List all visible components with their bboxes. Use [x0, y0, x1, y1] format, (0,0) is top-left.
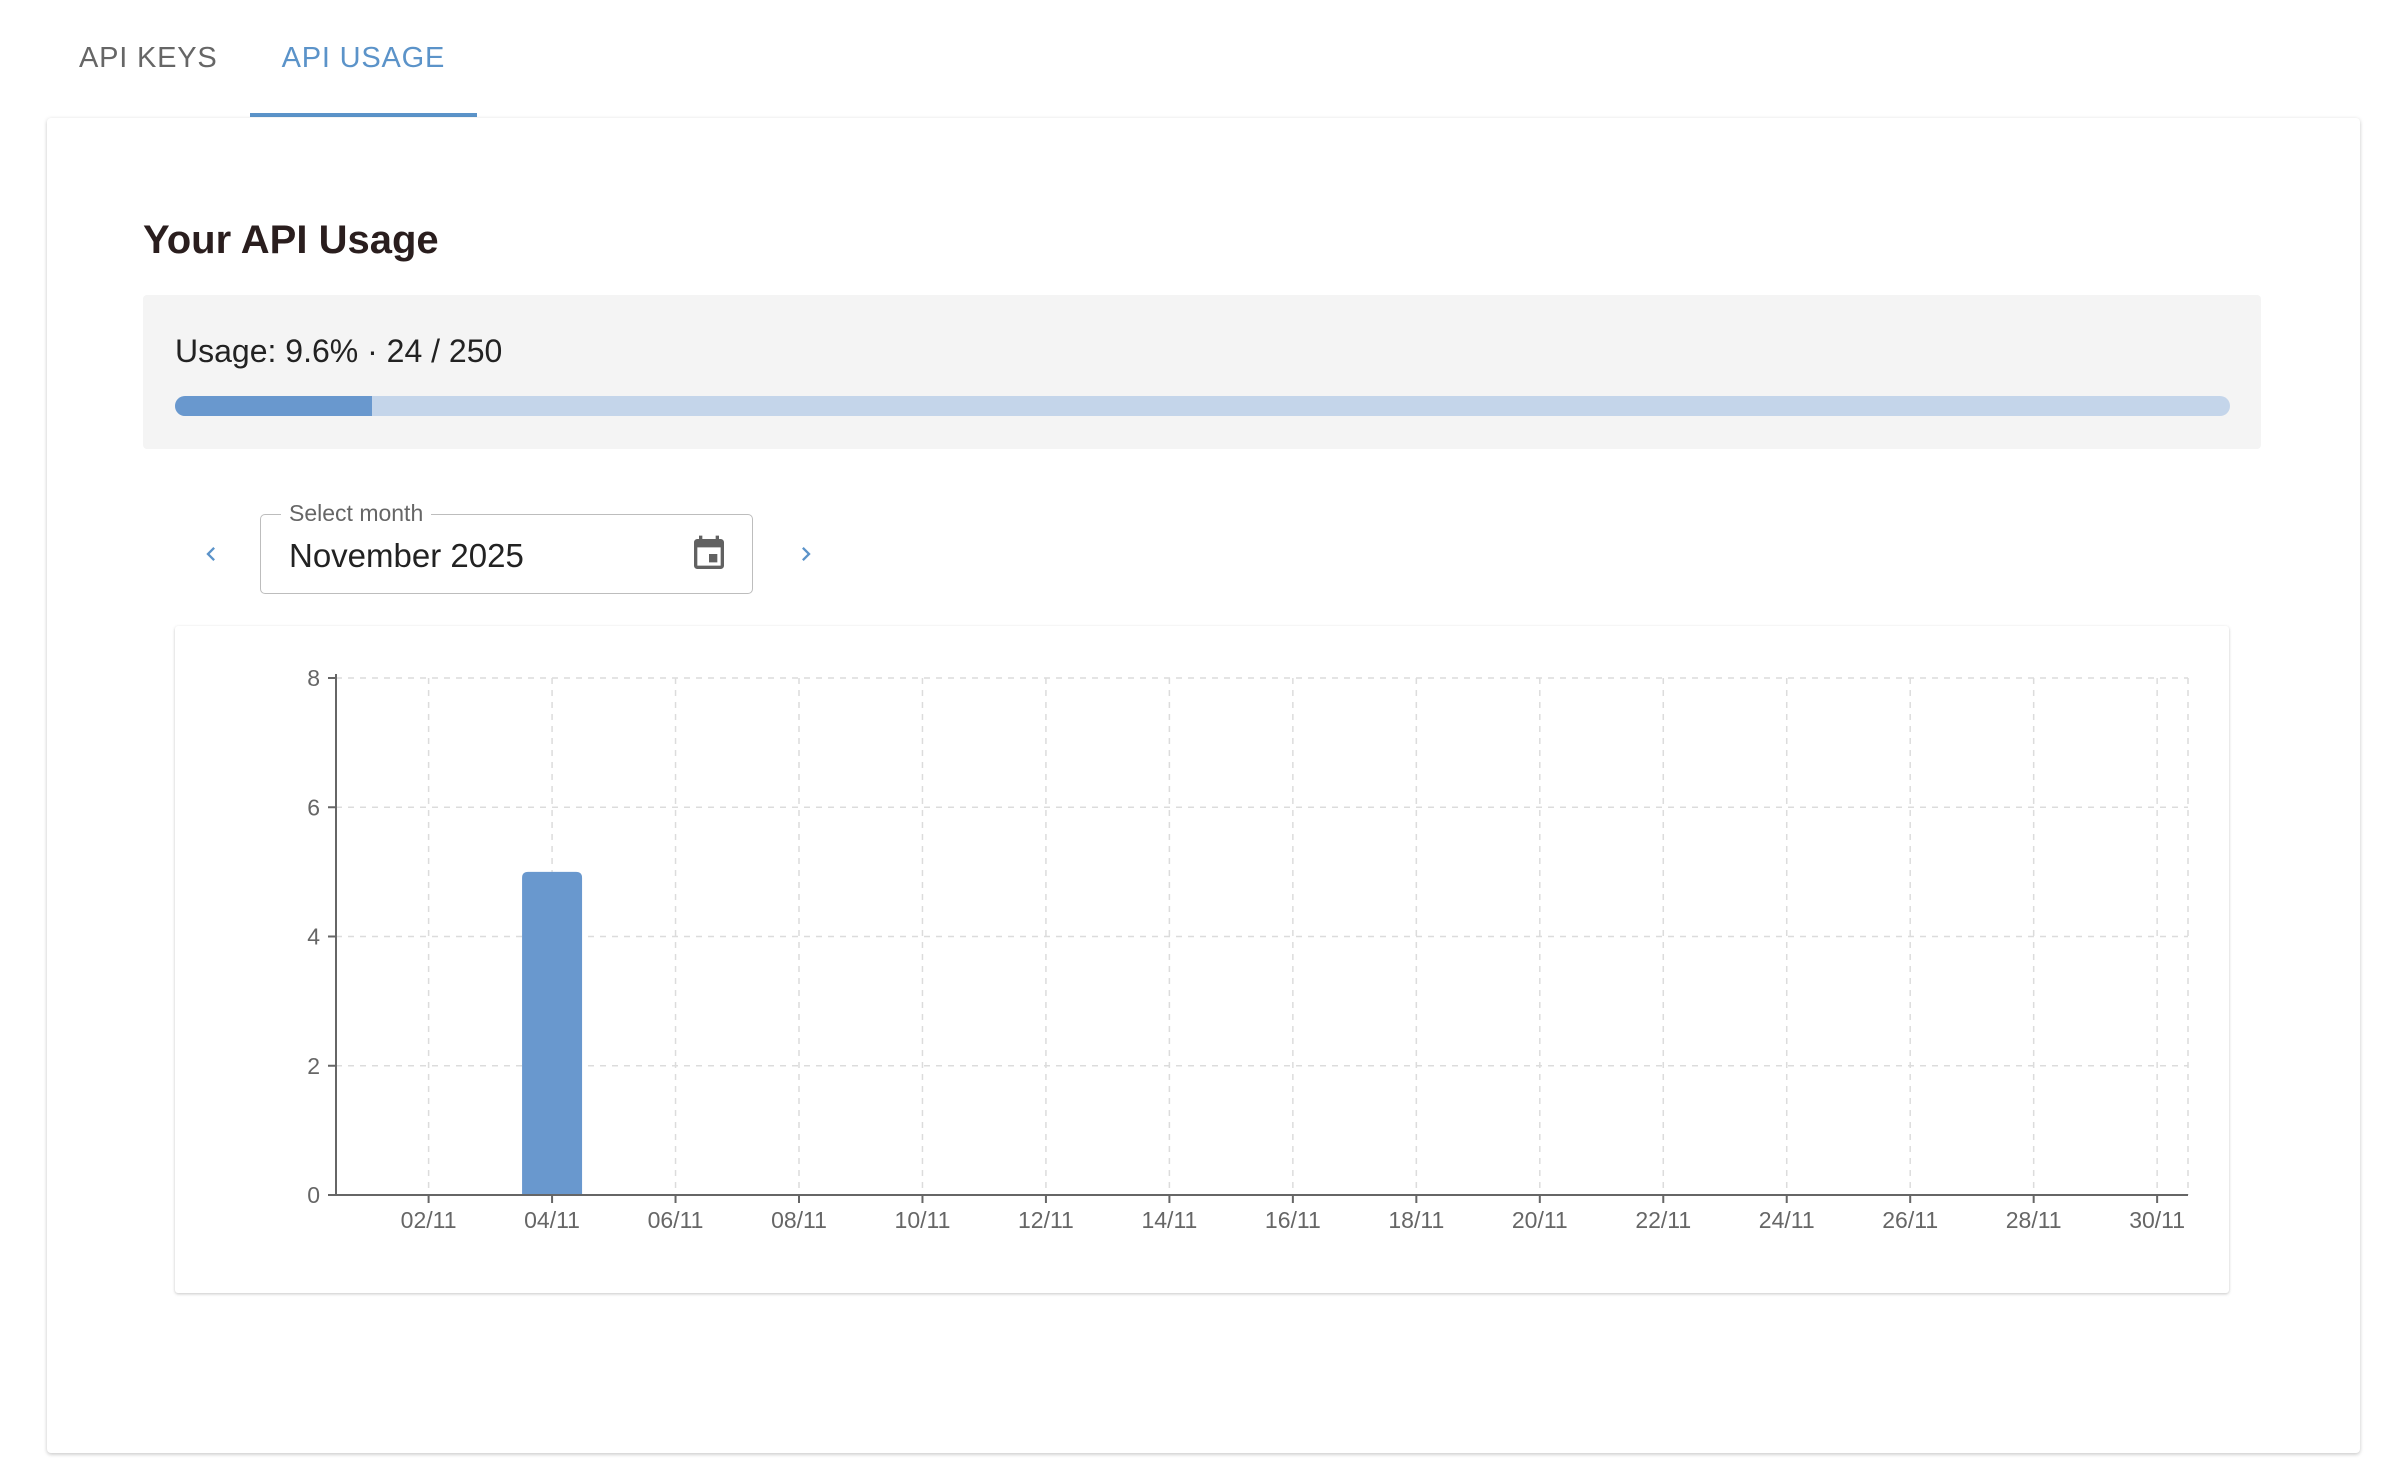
- month-picker-value: November 2025: [289, 537, 524, 574]
- x-tick-label: 02/11: [401, 1207, 457, 1233]
- x-tick-label: 14/11: [1141, 1207, 1197, 1233]
- chevron-left-icon: [206, 547, 215, 561]
- x-tick-label: 04/11: [524, 1207, 580, 1233]
- y-tick-label: 0: [307, 1182, 320, 1208]
- month-picker-field[interactable]: Select month November 2025: [260, 500, 753, 594]
- x-tick-label: 18/11: [1388, 1207, 1444, 1233]
- x-tick-label: 16/11: [1265, 1207, 1321, 1233]
- x-tick-label: 06/11: [648, 1207, 704, 1233]
- previous-month-button[interactable]: [183, 526, 239, 582]
- usage-progress-bar: [175, 396, 2230, 416]
- x-tick-label: 12/11: [1018, 1207, 1074, 1233]
- y-tick-label: 4: [307, 924, 320, 950]
- page-title: Your API Usage: [143, 218, 439, 262]
- next-month-button[interactable]: [778, 526, 834, 582]
- x-tick-label: 08/11: [771, 1207, 827, 1233]
- y-tick-label: 6: [307, 794, 320, 820]
- x-tick-label: 26/11: [1882, 1207, 1938, 1233]
- x-tick-label: 24/11: [1759, 1207, 1815, 1233]
- y-tick-label: 8: [307, 665, 320, 691]
- usage-progress-fill: [175, 396, 373, 416]
- chevron-right-icon: [802, 547, 811, 561]
- x-tick-label: 30/11: [2129, 1207, 2185, 1233]
- tab-api-keys[interactable]: API KEYS: [47, 0, 250, 117]
- usage-chart: 0 2 4 6 8 02/11 04/11 06/11 08/11 10/11 12/11 14/11…: [175, 626, 2229, 1293]
- usage-card: Your API Usage Usage: 9.6% · 24 / 250 Se…: [47, 118, 2360, 1453]
- month-picker-label: Select month: [281, 500, 432, 527]
- x-tick-label: 10/11: [895, 1207, 951, 1233]
- tab-api-usage[interactable]: API USAGE: [249, 0, 478, 117]
- usage-label: Usage: 9.6% · 24 / 250: [175, 333, 503, 369]
- open-calendar-button[interactable]: [684, 529, 734, 579]
- usage-summary: Usage: 9.6% · 24 / 250: [143, 295, 2261, 449]
- x-tick-label: 28/11: [2006, 1207, 2062, 1233]
- x-tick-label: 20/11: [1512, 1207, 1568, 1233]
- usage-bar-chart: 0 2 4 6 8 02/11 04/11 06/11 08/11 10/11 12/11 14/11…: [307, 665, 2189, 1233]
- chart-bar-04-11: [522, 871, 583, 1195]
- tab-bar: API KEYS API USAGE: [47, 0, 477, 117]
- x-tick-label: 22/11: [1635, 1207, 1691, 1233]
- calendar-icon: [694, 535, 724, 569]
- y-tick-label: 2: [307, 1053, 320, 1079]
